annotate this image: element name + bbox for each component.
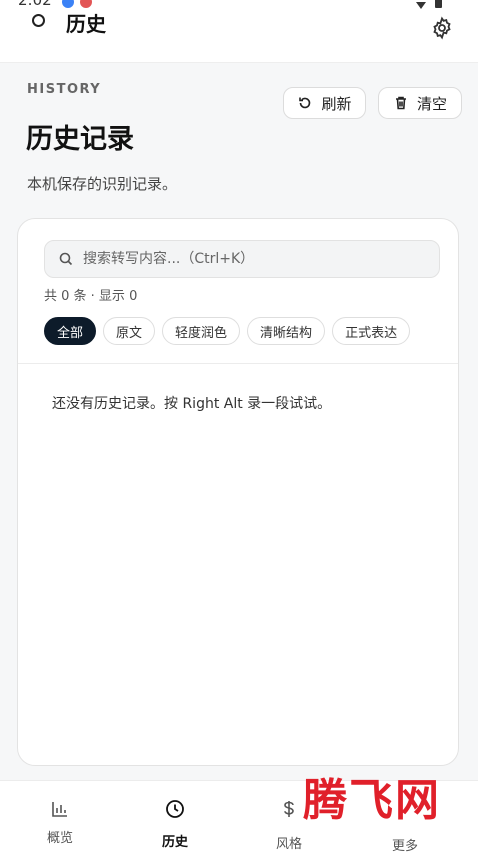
bar-chart-icon xyxy=(52,802,67,817)
clear-button[interactable]: 清空 xyxy=(378,87,462,119)
history-page: HISTORY 历史记录 本机保存的识别记录。 刷新 清空 共 0 条 · 显示… xyxy=(0,62,478,781)
search-icon xyxy=(59,252,73,266)
battery-icon xyxy=(435,0,442,8)
status-bar: 2:02 xyxy=(0,0,478,9)
history-icon xyxy=(32,14,45,27)
nav-label-style: 风格 xyxy=(275,837,302,852)
filter-chip-formal[interactable]: 正式表达 xyxy=(332,317,411,345)
trash-icon xyxy=(395,96,406,110)
settings-gear-icon[interactable] xyxy=(430,16,454,40)
refresh-label: 刷新 xyxy=(321,94,352,113)
empty-state-text: 还没有历史记录。按 Right Alt 录一段试试。 xyxy=(52,396,332,412)
nav-label-overview: 概览 xyxy=(46,831,73,846)
header-title: 历史 xyxy=(66,12,106,36)
search-box[interactable] xyxy=(44,240,440,278)
nav-label-more: 更多 xyxy=(391,839,418,854)
history-card: 共 0 条 · 显示 0 全部 原文 轻度润色 清晰结构 正式表达 还没有历史记… xyxy=(17,218,459,766)
refresh-icon xyxy=(299,97,311,109)
app-header: 历史 xyxy=(0,8,478,48)
nav-item-overview[interactable]: 概览 xyxy=(20,781,100,850)
filter-chip-light-polish[interactable]: 轻度润色 xyxy=(162,317,241,345)
filter-chip-original[interactable]: 原文 xyxy=(103,317,156,345)
page-title: 历史记录 xyxy=(26,124,134,155)
watermark-logo: 腾飞网 xyxy=(303,775,441,826)
page-eyebrow: HISTORY xyxy=(27,82,102,97)
notification-icon xyxy=(62,0,74,8)
filter-chips: 全部 原文 轻度润色 清晰结构 正式表达 xyxy=(44,317,411,345)
dollar-icon xyxy=(284,801,294,817)
nav-label-history: 历史 xyxy=(161,835,188,850)
filter-chip-all[interactable]: 全部 xyxy=(44,317,97,345)
refresh-button[interactable]: 刷新 xyxy=(283,87,366,119)
clock-icon xyxy=(166,800,184,818)
app-notification-icon xyxy=(80,0,92,8)
filter-chip-clear-structure[interactable]: 清晰结构 xyxy=(247,317,326,345)
divider xyxy=(18,363,458,364)
nav-item-history[interactable]: 历史 xyxy=(135,781,215,850)
record-count: 共 0 条 · 显示 0 xyxy=(44,289,138,304)
search-input[interactable] xyxy=(83,241,423,277)
page-subtitle: 本机保存的识别记录。 xyxy=(27,175,178,193)
clear-label: 清空 xyxy=(416,94,447,113)
